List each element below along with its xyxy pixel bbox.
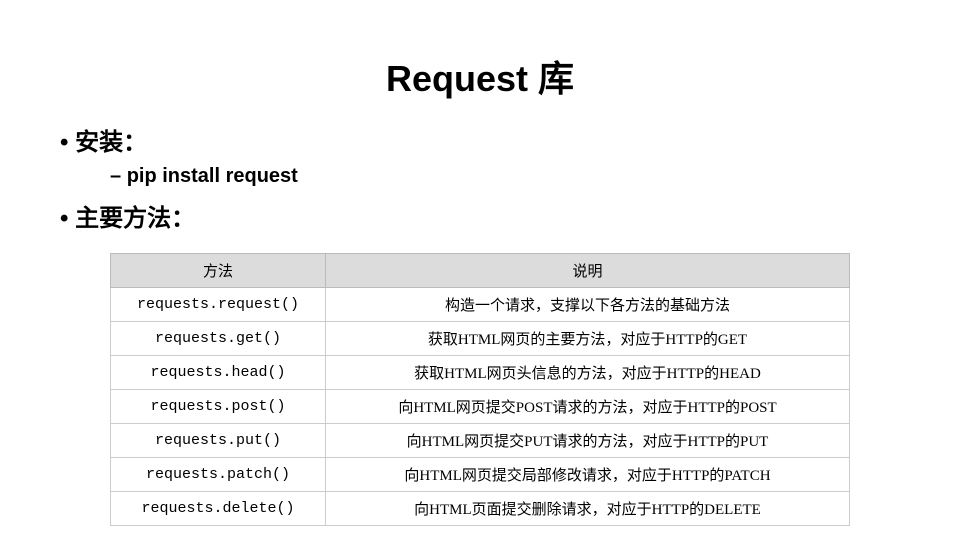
- cell-desc: 获取HTML网页头信息的方法，对应于HTTP的HEAD: [326, 356, 850, 390]
- table-row: requests.head() 获取HTML网页头信息的方法，对应于HTTP的H…: [111, 356, 850, 390]
- cell-method: requests.post(): [111, 390, 326, 424]
- cell-desc: 获取HTML网页的主要方法，对应于HTTP的GET: [326, 322, 850, 356]
- bullet-methods: 主要方法：: [60, 198, 920, 233]
- cell-method: requests.request(): [111, 288, 326, 322]
- bullet-install-cmd: pip install request: [110, 165, 920, 188]
- cell-desc: 向HTML网页提交局部修改请求，对应于HTTP的PATCH: [326, 458, 850, 492]
- table-row: requests.patch() 向HTML网页提交局部修改请求，对应于HTTP…: [111, 458, 850, 492]
- cell-desc: 向HTML网页提交POST请求的方法，对应于HTTP的POST: [326, 390, 850, 424]
- table-header-row: 方法 说明: [111, 254, 850, 288]
- methods-table: 方法 说明 requests.request() 构造一个请求，支撑以下各方法的…: [110, 253, 850, 526]
- page-title: Request 库: [40, 50, 920, 102]
- table-row: requests.request() 构造一个请求，支撑以下各方法的基础方法: [111, 288, 850, 322]
- cell-method: requests.put(): [111, 424, 326, 458]
- header-method: 方法: [111, 254, 326, 288]
- header-desc: 说明: [326, 254, 850, 288]
- cell-desc: 构造一个请求，支撑以下各方法的基础方法: [326, 288, 850, 322]
- slide-content: Request 库 安装： pip install request 主要方法： …: [0, 0, 960, 546]
- cell-method: requests.head(): [111, 356, 326, 390]
- bullet-install: 安装：: [60, 122, 920, 157]
- cell-desc: 向HTML页面提交删除请求，对应于HTTP的DELETE: [326, 492, 850, 526]
- table-row: requests.get() 获取HTML网页的主要方法，对应于HTTP的GET: [111, 322, 850, 356]
- table-row: requests.delete() 向HTML页面提交删除请求，对应于HTTP的…: [111, 492, 850, 526]
- cell-desc: 向HTML网页提交PUT请求的方法，对应于HTTP的PUT: [326, 424, 850, 458]
- table-row: requests.post() 向HTML网页提交POST请求的方法，对应于HT…: [111, 390, 850, 424]
- cell-method: requests.delete(): [111, 492, 326, 526]
- methods-table-wrap: 方法 说明 requests.request() 构造一个请求，支撑以下各方法的…: [110, 253, 850, 526]
- table-row: requests.put() 向HTML网页提交PUT请求的方法，对应于HTTP…: [111, 424, 850, 458]
- cell-method: requests.get(): [111, 322, 326, 356]
- cell-method: requests.patch(): [111, 458, 326, 492]
